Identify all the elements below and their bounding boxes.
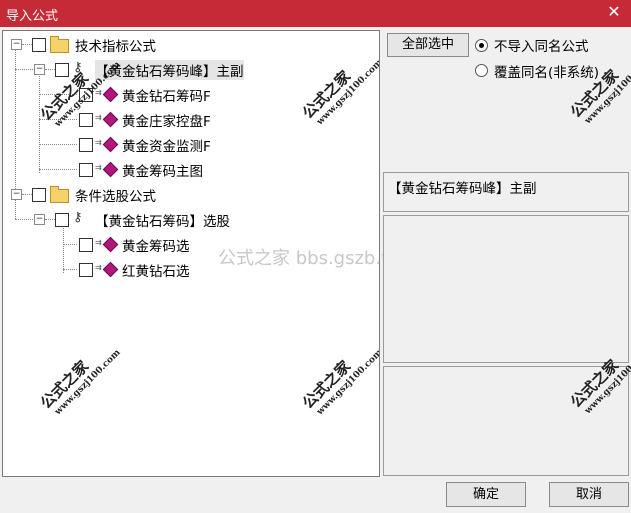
close-icon[interactable]: ✕: [605, 3, 623, 21]
folder-icon: [50, 186, 69, 203]
tree-label: 技术指标公式: [75, 39, 156, 55]
tree-leaf[interactable]: ⇉ 黄金筹码主图: [3, 158, 373, 180]
tree-node-subgroup[interactable]: − ⚷ 【黄金钻石筹码】选股: [3, 208, 373, 230]
tree-line: [15, 219, 35, 220]
checkbox[interactable]: [79, 238, 93, 252]
options-pane: 全部选中 不导入同名公式 覆盖同名(非系统) 公式之家 www.gszj100.…: [383, 30, 631, 476]
collapse-icon[interactable]: −: [34, 214, 45, 225]
description-box: [383, 215, 629, 363]
tree-line: [45, 69, 55, 70]
gem-icon: [102, 261, 119, 278]
radio-no-import-label[interactable]: 不导入同名公式: [494, 35, 589, 55]
watermark-center-text: 公式之家 bbs.gszb.top: [218, 248, 411, 269]
selected-formula-name: 【黄金钻石筹码峰】主副: [388, 181, 537, 197]
tree-line: [39, 144, 77, 145]
ok-button[interactable]: 确定: [446, 482, 526, 507]
key-icon: ⚷: [73, 210, 83, 225]
checkbox[interactable]: [79, 163, 93, 177]
button-bar: 确定 取消: [0, 478, 631, 513]
select-all-button[interactable]: 全部选中: [387, 33, 469, 57]
arrow-icon: ⇉: [95, 163, 102, 172]
tree-label: 【黄金钻石筹码】选股: [95, 214, 230, 230]
checkbox[interactable]: [79, 263, 93, 277]
tree-label: 黄金筹码主图: [122, 164, 203, 180]
radio-overwrite-label[interactable]: 覆盖同名(非系统): [494, 61, 599, 81]
checkbox[interactable]: [32, 38, 46, 52]
tree-leaf[interactable]: ⇉ 黄金资金监测F: [3, 133, 373, 155]
folder-icon: [50, 36, 69, 53]
checkbox[interactable]: [79, 113, 93, 127]
watermark-logo: 公式之家 www.gszj100.com: [298, 333, 379, 420]
gem-icon: [102, 111, 119, 128]
radio-overwrite[interactable]: [475, 64, 488, 77]
gem-icon: [102, 236, 119, 253]
window-title: 导入公式: [6, 9, 59, 24]
arrow-icon: ⇉: [95, 263, 102, 272]
gem-icon: [102, 136, 119, 153]
watermark-logo: 公式之家 www.gszj100.com: [566, 42, 631, 129]
tree-line: [45, 219, 55, 220]
tree-node-group[interactable]: − 技术指标公式: [3, 33, 373, 55]
tree-label: 黄金筹码选: [122, 239, 190, 255]
tree-node-group[interactable]: − 条件选股公式: [3, 183, 373, 205]
cancel-button[interactable]: 取消: [549, 482, 629, 507]
gem-icon: [102, 161, 119, 178]
watermark-logo: 公式之家 www.gszj100.com: [36, 333, 123, 420]
tree-label: 红黄钻石选: [122, 264, 190, 280]
tree-label: 黄金钻石筹码F: [122, 89, 211, 105]
checkbox[interactable]: [55, 213, 69, 227]
tree-line: [63, 244, 77, 245]
radio-no-import[interactable]: [475, 39, 488, 52]
arrow-icon: ⇉: [95, 113, 102, 122]
collapse-icon[interactable]: −: [11, 189, 22, 200]
tree-node-subgroup[interactable]: − ⚷ 【黄金钻石筹码峰】主副: [3, 58, 373, 80]
collapse-icon[interactable]: −: [11, 39, 22, 50]
tree-line: [63, 269, 77, 270]
selected-formula-box: 【黄金钻石筹码峰】主副: [383, 172, 629, 212]
title-bar: 导入公式 ✕: [0, 0, 631, 27]
checkbox[interactable]: [32, 188, 46, 202]
arrow-icon: ⇉: [95, 138, 102, 147]
tree-line: [39, 169, 77, 170]
checkbox[interactable]: [79, 138, 93, 152]
tree-label: 条件选股公式: [75, 189, 156, 205]
tree-label: 黄金庄家控盘F: [122, 114, 211, 130]
tree-line: [22, 44, 32, 45]
tree-line: [15, 69, 35, 70]
checkbox[interactable]: [55, 63, 69, 77]
tree-label: 黄金资金监测F: [122, 139, 211, 155]
arrow-icon: ⇉: [95, 238, 102, 247]
collapse-icon[interactable]: −: [34, 64, 45, 75]
tree-line: [22, 194, 32, 195]
gem-icon: [102, 86, 119, 103]
